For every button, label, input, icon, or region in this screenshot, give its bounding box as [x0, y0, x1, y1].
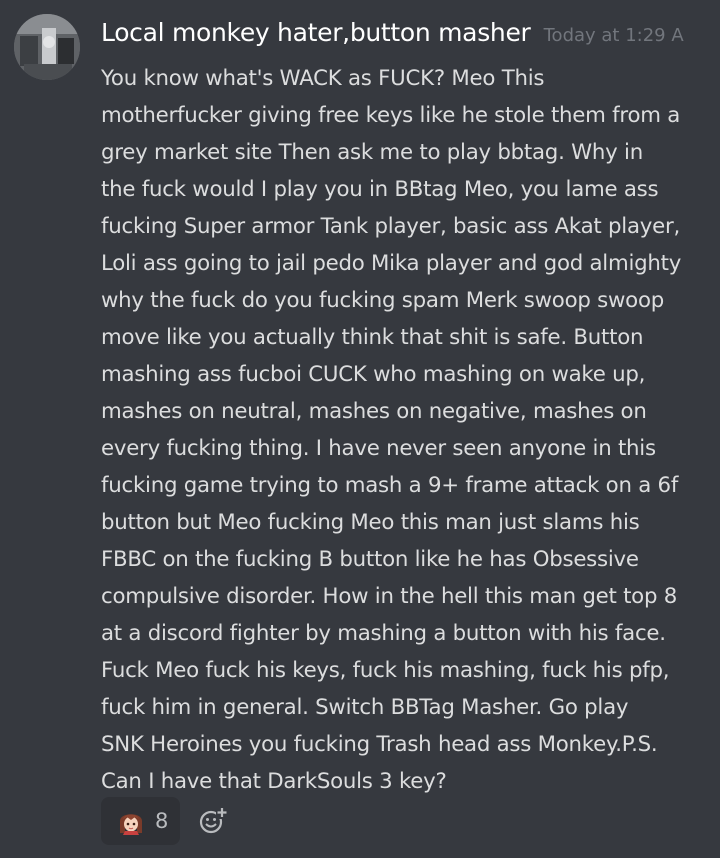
message-content: You know what's WACK as FUCK? Meo This mo…: [101, 60, 713, 800]
message-line: fucking game trying to mash a 9+ frame a…: [101, 473, 679, 498]
message-line: mashes on neutral, mashes on negative, m…: [101, 399, 647, 424]
author-name[interactable]: Local monkey hater,button masher: [101, 18, 531, 47]
message-line: Can I have that DarkSouls 3 key?: [101, 769, 447, 794]
reaction-count: 8: [155, 809, 169, 833]
message-line: FBBC on the fucking B button like he has…: [101, 547, 639, 572]
reaction-pill[interactable]: 8: [101, 797, 180, 845]
message-line: why the fuck do you fucking spam Merk sw…: [101, 288, 664, 313]
message-line: every fucking thing. I have never seen a…: [101, 436, 656, 461]
message-line: SNK Heroines you fucking Trash head ass …: [101, 732, 658, 757]
message-line: fucking Super armor Tank player, basic a…: [101, 214, 680, 239]
message-line: fuck him in general. Switch BBTag Masher…: [101, 695, 629, 720]
message-line: move like you actually think that shit i…: [101, 325, 644, 350]
add-reaction-icon[interactable]: [198, 806, 228, 836]
chat-message: Local monkey hater,button masher Today a…: [0, 0, 720, 858]
message-header: Local monkey hater,button masher Today a…: [101, 18, 684, 47]
user-avatar[interactable]: [14, 14, 80, 80]
avatar-image: [14, 14, 80, 80]
message-timestamp: Today at 1:29 A: [543, 25, 684, 46]
anime-girl-emoji: [120, 814, 142, 835]
message-line: Fuck Meo fuck his keys, fuck his mashing…: [101, 658, 670, 683]
message-line: mashing ass fucboi CUCK who mashing on w…: [101, 362, 646, 387]
message-line: motherfucker giving free keys like he st…: [101, 103, 681, 128]
reactions-bar: 8: [101, 797, 228, 845]
message-line: button but Meo fucking Meo this man just…: [101, 510, 640, 535]
message-line: You know what's WACK as FUCK? Meo This: [101, 66, 545, 91]
message-line: the fuck would I play you in BBtag Meo, …: [101, 177, 659, 202]
message-line: grey market site Then ask me to play bbt…: [101, 140, 643, 165]
message-line: Loli ass going to jail pedo Mika player …: [101, 251, 682, 276]
message-line: at a discord fighter by mashing a button…: [101, 621, 666, 646]
message-line: compulsive disorder. How in the hell thi…: [101, 584, 678, 609]
